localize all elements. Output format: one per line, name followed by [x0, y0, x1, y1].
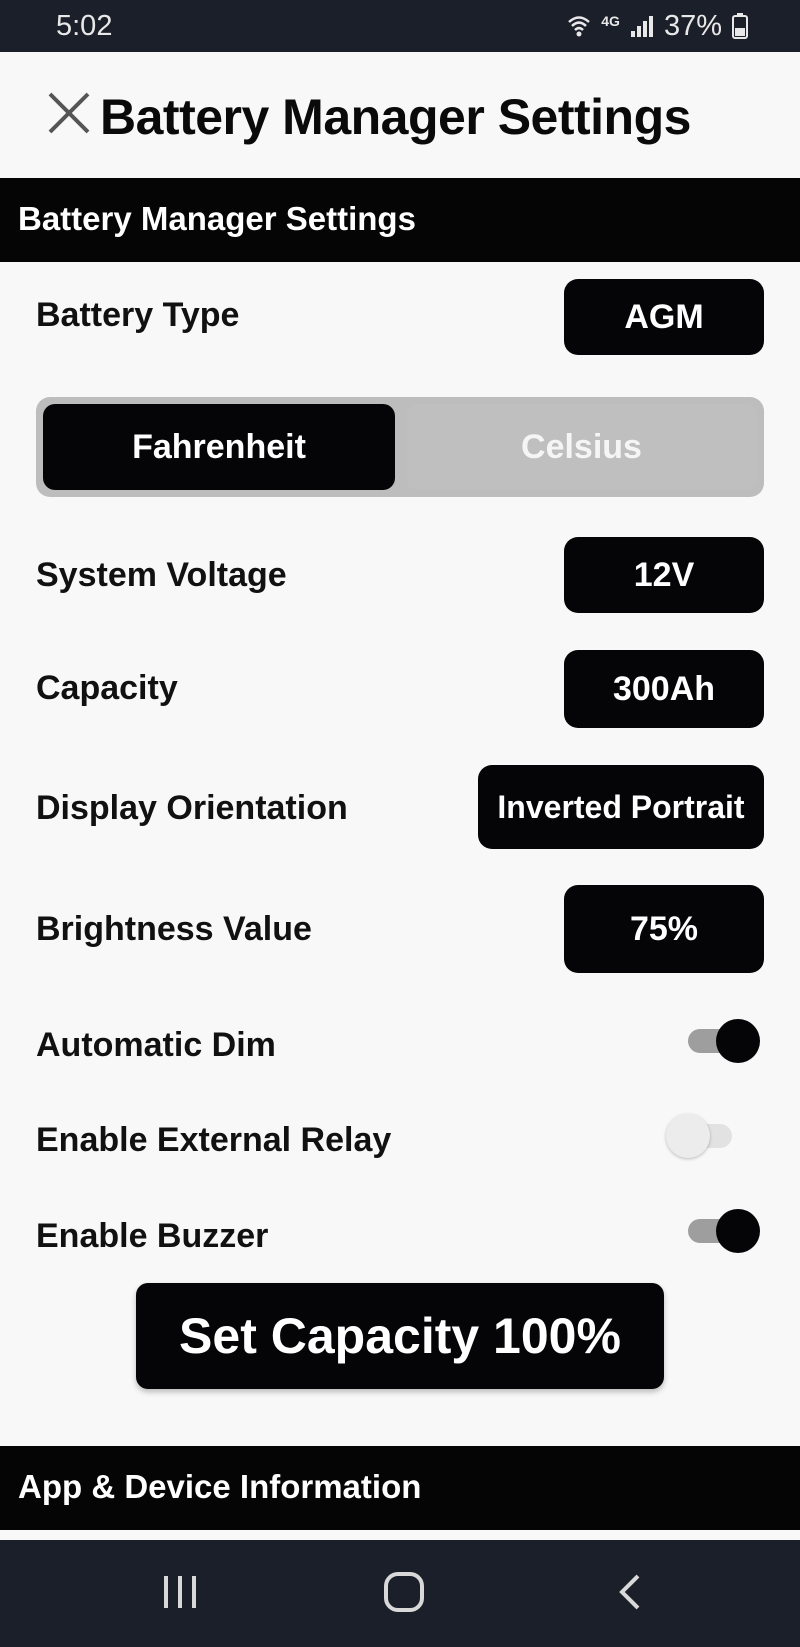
system-nav-bar	[0, 1540, 800, 1647]
automatic-dim-label: Automatic Dim	[36, 1026, 276, 1064]
capacity-button[interactable]: 300Ah	[564, 650, 764, 728]
status-icons: 4G 37%	[567, 10, 748, 42]
display-orientation-label: Display Orientation	[36, 789, 348, 827]
section-header-app-device-info[interactable]: App & Device Information	[0, 1446, 800, 1530]
set-capacity-button[interactable]: Set Capacity 100%	[136, 1283, 664, 1389]
battery-type-label: Battery Type	[36, 296, 240, 334]
wifi-icon	[567, 13, 591, 39]
capacity-label: Capacity	[36, 669, 178, 707]
external-relay-label: Enable External Relay	[36, 1121, 392, 1159]
toggle-knob	[666, 1114, 710, 1158]
back-icon[interactable]	[600, 1568, 660, 1618]
recent-apps-icon[interactable]	[150, 1568, 210, 1618]
battery-type-button[interactable]: AGM	[564, 279, 764, 355]
brightness-label: Brightness Value	[36, 910, 312, 948]
display-orientation-button[interactable]: Inverted Portrait	[478, 765, 764, 849]
section-title: Battery Manager Settings	[18, 200, 416, 237]
close-icon[interactable]	[46, 90, 92, 136]
system-voltage-label: System Voltage	[36, 556, 287, 594]
temperature-unit-selector: Fahrenheit Celsius	[36, 397, 764, 497]
buzzer-label: Enable Buzzer	[36, 1217, 269, 1255]
celsius-option[interactable]: Celsius	[406, 404, 757, 490]
network-type-label: 4G	[601, 13, 620, 29]
app-bar: Battery Manager Settings	[0, 52, 800, 178]
fahrenheit-option[interactable]: Fahrenheit	[43, 404, 395, 490]
system-voltage-button[interactable]: 12V	[564, 537, 764, 613]
automatic-dim-toggle[interactable]	[680, 1016, 760, 1066]
toggle-knob	[716, 1209, 760, 1253]
section-title: App & Device Information	[18, 1468, 422, 1505]
battery-icon	[732, 13, 748, 39]
buzzer-toggle[interactable]	[680, 1206, 760, 1256]
brightness-button[interactable]: 75%	[564, 885, 764, 973]
page-title: Battery Manager Settings	[100, 89, 691, 145]
status-bar: 5:02 4G 37%	[0, 0, 800, 52]
home-icon[interactable]	[374, 1568, 434, 1618]
battery-percent: 37%	[663, 9, 722, 42]
external-relay-toggle[interactable]	[666, 1111, 746, 1161]
section-header-battery-manager: Battery Manager Settings	[0, 178, 800, 262]
toggle-knob	[716, 1019, 760, 1063]
status-time: 5:02	[56, 10, 113, 42]
signal-icon	[630, 14, 654, 38]
